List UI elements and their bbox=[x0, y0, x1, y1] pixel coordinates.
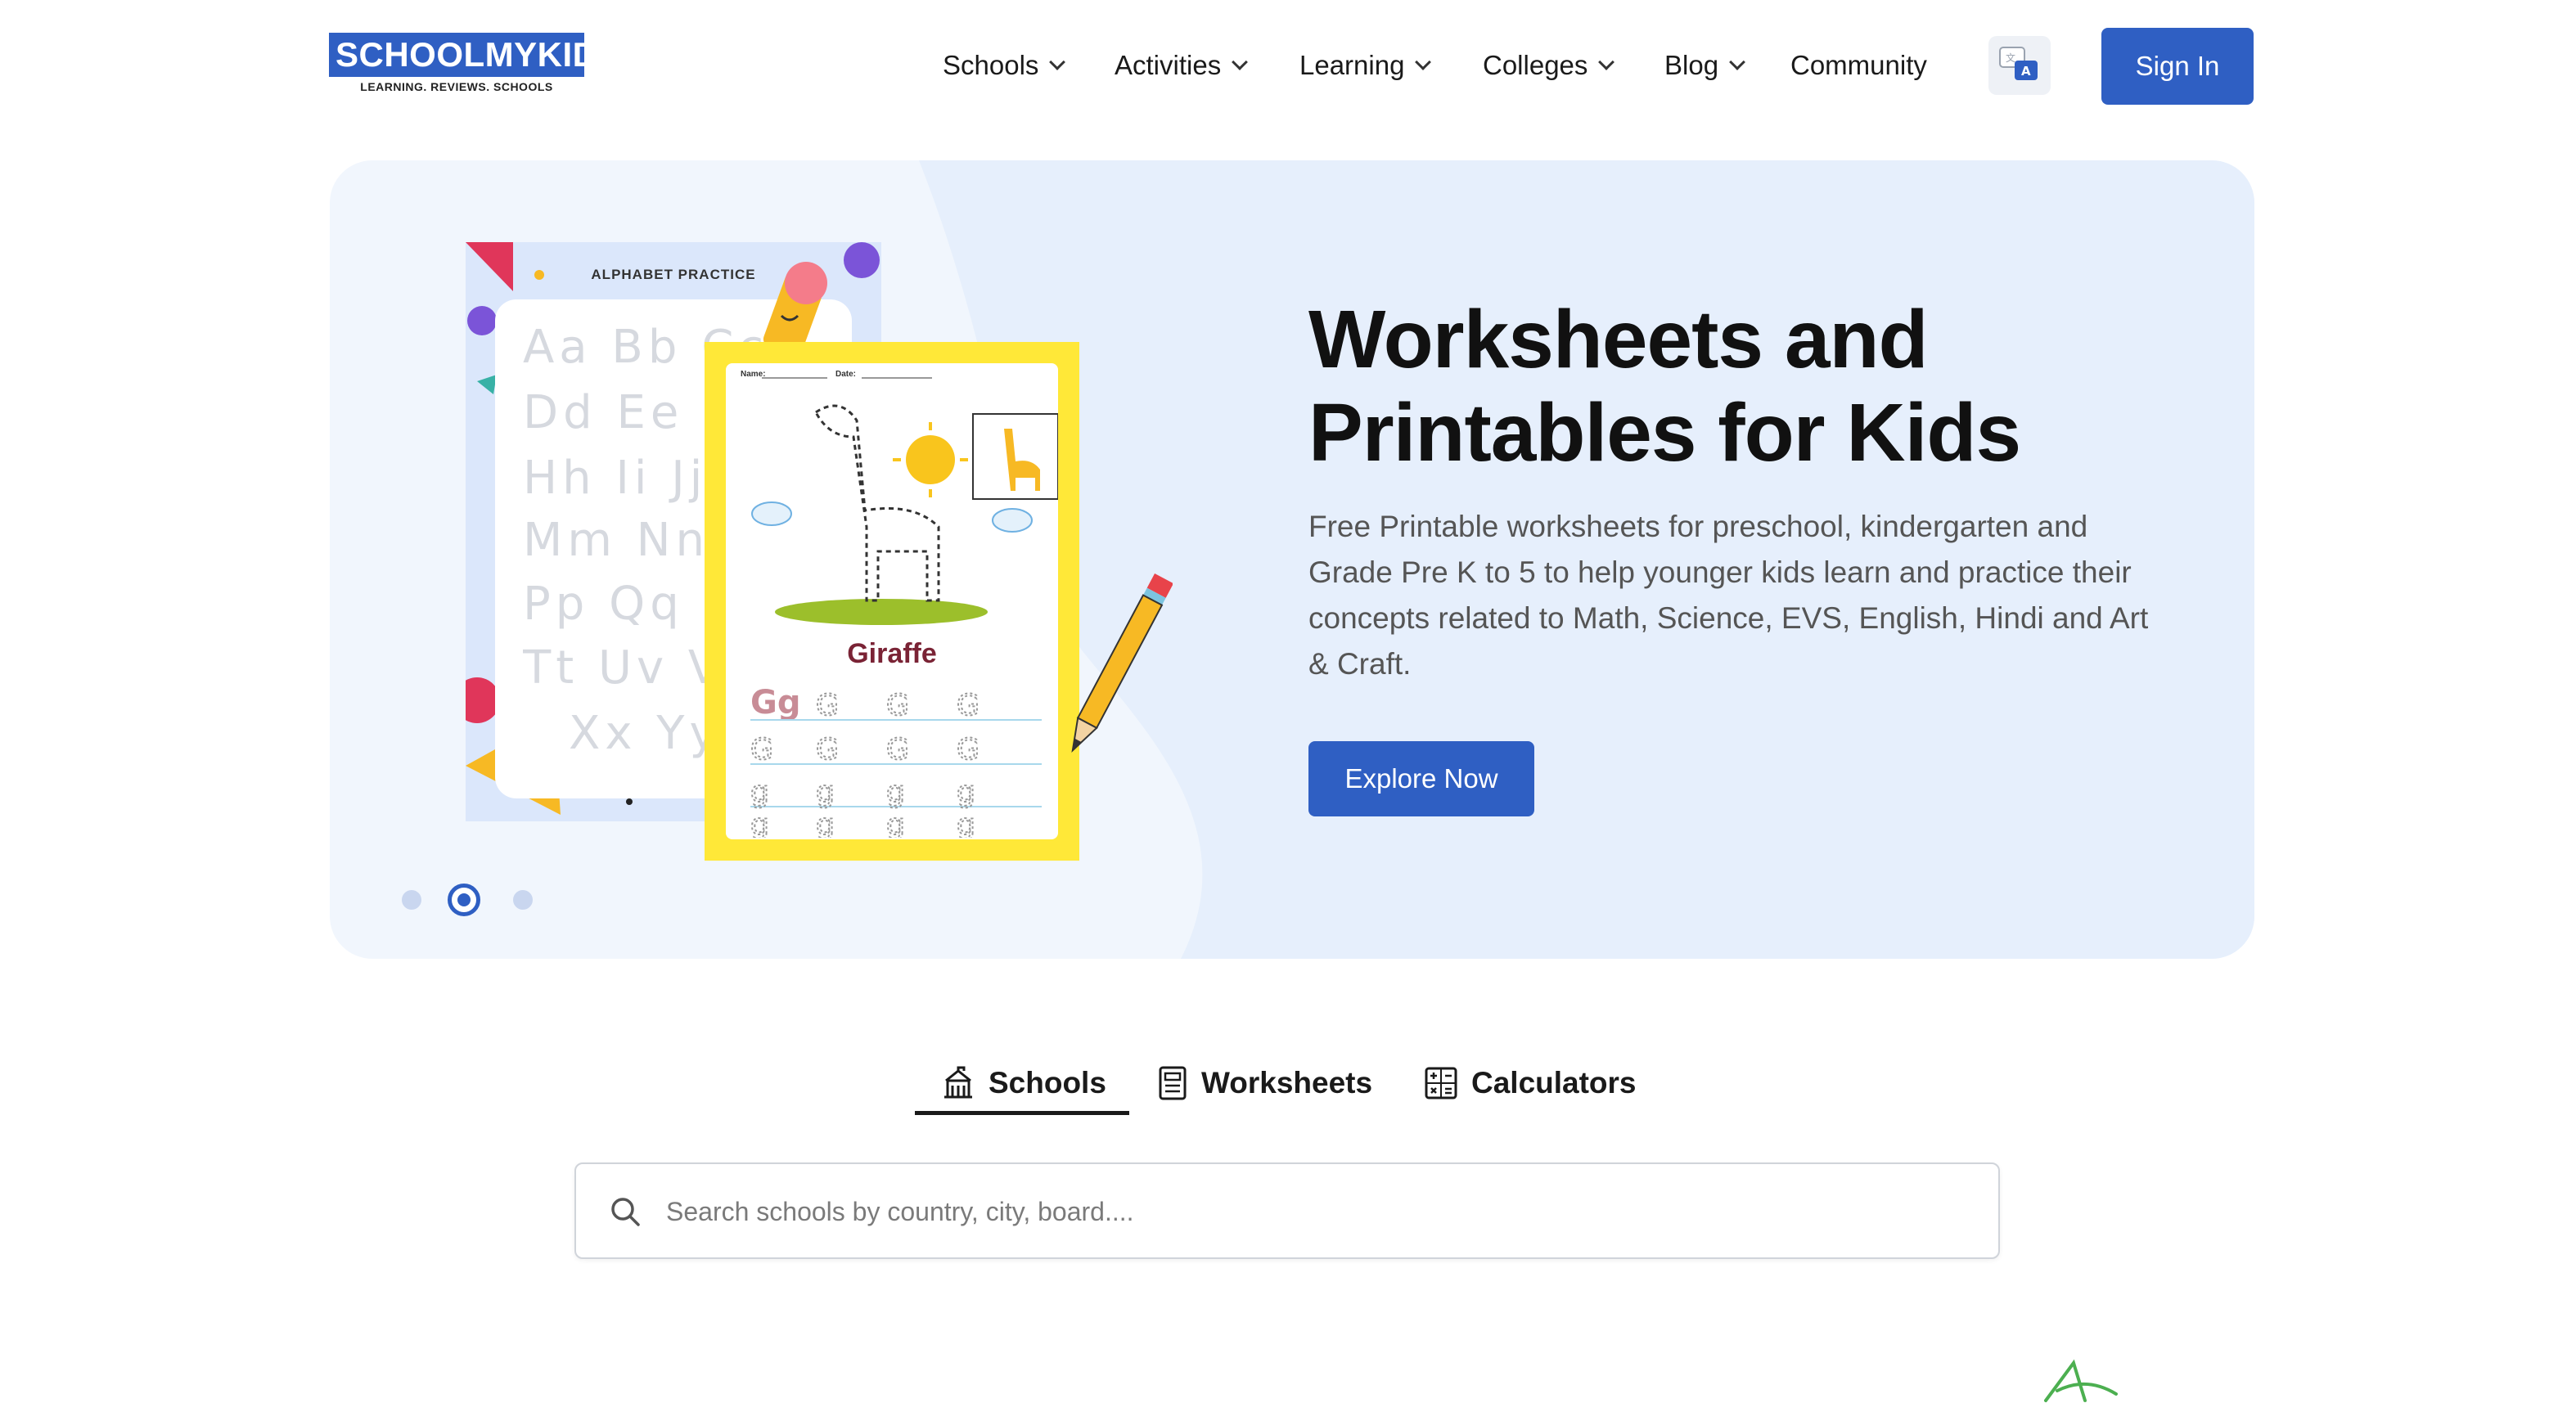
tab-worksheets[interactable]: Worksheets bbox=[1157, 1049, 1372, 1117]
svg-text:G: G bbox=[886, 689, 909, 722]
nav-learning[interactable]: Learning bbox=[1299, 46, 1432, 85]
chevron-down-icon bbox=[1049, 54, 1066, 70]
nav-schools[interactable]: Schools bbox=[943, 46, 1066, 85]
category-tabs: Schools Worksheets Calculators bbox=[0, 1049, 2576, 1117]
chevron-down-icon bbox=[1232, 54, 1249, 70]
nav-schools-label: Schools bbox=[943, 50, 1039, 80]
calculator-icon bbox=[1424, 1066, 1458, 1100]
site-header: SCHOOLMYKIDS LEARNING. REVIEWS. SCHOOLS … bbox=[0, 0, 2576, 131]
school-building-icon bbox=[941, 1066, 975, 1100]
hero-banner: ALPHABET PRACTICE Aa Bb Cc Dd Ee Ff Hh I… bbox=[330, 160, 2254, 959]
decorative-sketch bbox=[2044, 1359, 2118, 1402]
chevron-down-icon bbox=[1598, 54, 1615, 70]
nav-community-label: Community bbox=[1790, 50, 1927, 80]
search-icon bbox=[609, 1195, 642, 1232]
nav-community[interactable]: Community bbox=[1790, 46, 1927, 85]
tab-calculators-label: Calculators bbox=[1471, 1066, 1637, 1099]
carousel-dot[interactable] bbox=[513, 890, 533, 910]
nav-colleges[interactable]: Colleges bbox=[1483, 46, 1615, 85]
svg-text:g: g bbox=[750, 808, 769, 838]
nav-blog-label: Blog bbox=[1664, 50, 1719, 80]
svg-text:G: G bbox=[816, 733, 839, 767]
hero-title: Worksheets and Printables for Kids bbox=[1308, 293, 2127, 479]
svg-text:G: G bbox=[957, 689, 980, 722]
tab-schools-label: Schools bbox=[989, 1066, 1106, 1099]
svg-text:g: g bbox=[816, 776, 835, 809]
school-search-box bbox=[574, 1162, 2000, 1259]
chevron-down-icon bbox=[1729, 54, 1745, 70]
search-input[interactable] bbox=[666, 1180, 1975, 1243]
svg-text:A: A bbox=[2021, 64, 2031, 79]
svg-text:文: 文 bbox=[2006, 52, 2015, 64]
nav-activities[interactable]: Activities bbox=[1115, 46, 1249, 85]
explore-now-button[interactable]: Explore Now bbox=[1308, 741, 1534, 816]
nav-learning-label: Learning bbox=[1299, 50, 1405, 80]
svg-text:g: g bbox=[750, 776, 769, 809]
svg-text:G: G bbox=[886, 733, 909, 767]
nav-colleges-label: Colleges bbox=[1483, 50, 1588, 80]
carousel-dot-active[interactable] bbox=[448, 884, 480, 916]
tracing-lines: G G G G G G G g g g g g g g g bbox=[750, 688, 1042, 838]
tab-calculators[interactable]: Calculators bbox=[1424, 1049, 1637, 1117]
svg-text:g: g bbox=[957, 808, 975, 838]
active-tab-indicator bbox=[915, 1111, 1129, 1115]
carousel-dot[interactable] bbox=[402, 890, 421, 910]
svg-text:G: G bbox=[957, 733, 980, 767]
hero-description: Free Printable worksheets for preschool,… bbox=[1308, 510, 2149, 681]
svg-text:g: g bbox=[957, 776, 975, 809]
tab-worksheets-label: Worksheets bbox=[1201, 1066, 1373, 1099]
worksheet-word: Giraffe bbox=[847, 638, 937, 669]
svg-text:G: G bbox=[816, 689, 839, 722]
nav-blog[interactable]: Blog bbox=[1664, 46, 1745, 85]
svg-text:g: g bbox=[886, 776, 905, 809]
chevron-down-icon bbox=[1415, 54, 1432, 70]
svg-text:g: g bbox=[816, 808, 835, 838]
translate-icon: 文 A bbox=[1999, 47, 2038, 80]
carousel-indicators bbox=[402, 882, 549, 916]
hero-title-line1: Worksheets and bbox=[1308, 294, 1929, 385]
worksheet-icon bbox=[1157, 1065, 1188, 1101]
logo-wordmark: SCHOOLMYKIDS bbox=[329, 33, 621, 77]
tab-schools[interactable]: Schools bbox=[941, 1049, 1106, 1117]
logo-tagline: LEARNING. REVIEWS. SCHOOLS bbox=[360, 80, 553, 93]
nav-activities-label: Activities bbox=[1115, 50, 1222, 80]
giraffe-illustration bbox=[751, 377, 1058, 625]
sign-in-button[interactable]: Sign In bbox=[2101, 28, 2254, 105]
svg-text:G: G bbox=[750, 733, 773, 767]
worksheet-paper: Name: Date: Giraffe Gg G G G G G G G g g… bbox=[726, 363, 1058, 839]
svg-text:g: g bbox=[886, 808, 905, 838]
site-logo[interactable]: SCHOOLMYKIDS LEARNING. REVIEWS. SCHOOLS bbox=[329, 33, 621, 93]
pencil-icon bbox=[1071, 573, 1173, 753]
hero-title-line2: Printables for Kids bbox=[1308, 387, 2021, 479]
translate-button[interactable]: 文 A bbox=[1988, 36, 2051, 95]
giraffe-worksheet-image: Name: Date: Giraffe Gg G G G G G G G g g… bbox=[705, 342, 1079, 861]
